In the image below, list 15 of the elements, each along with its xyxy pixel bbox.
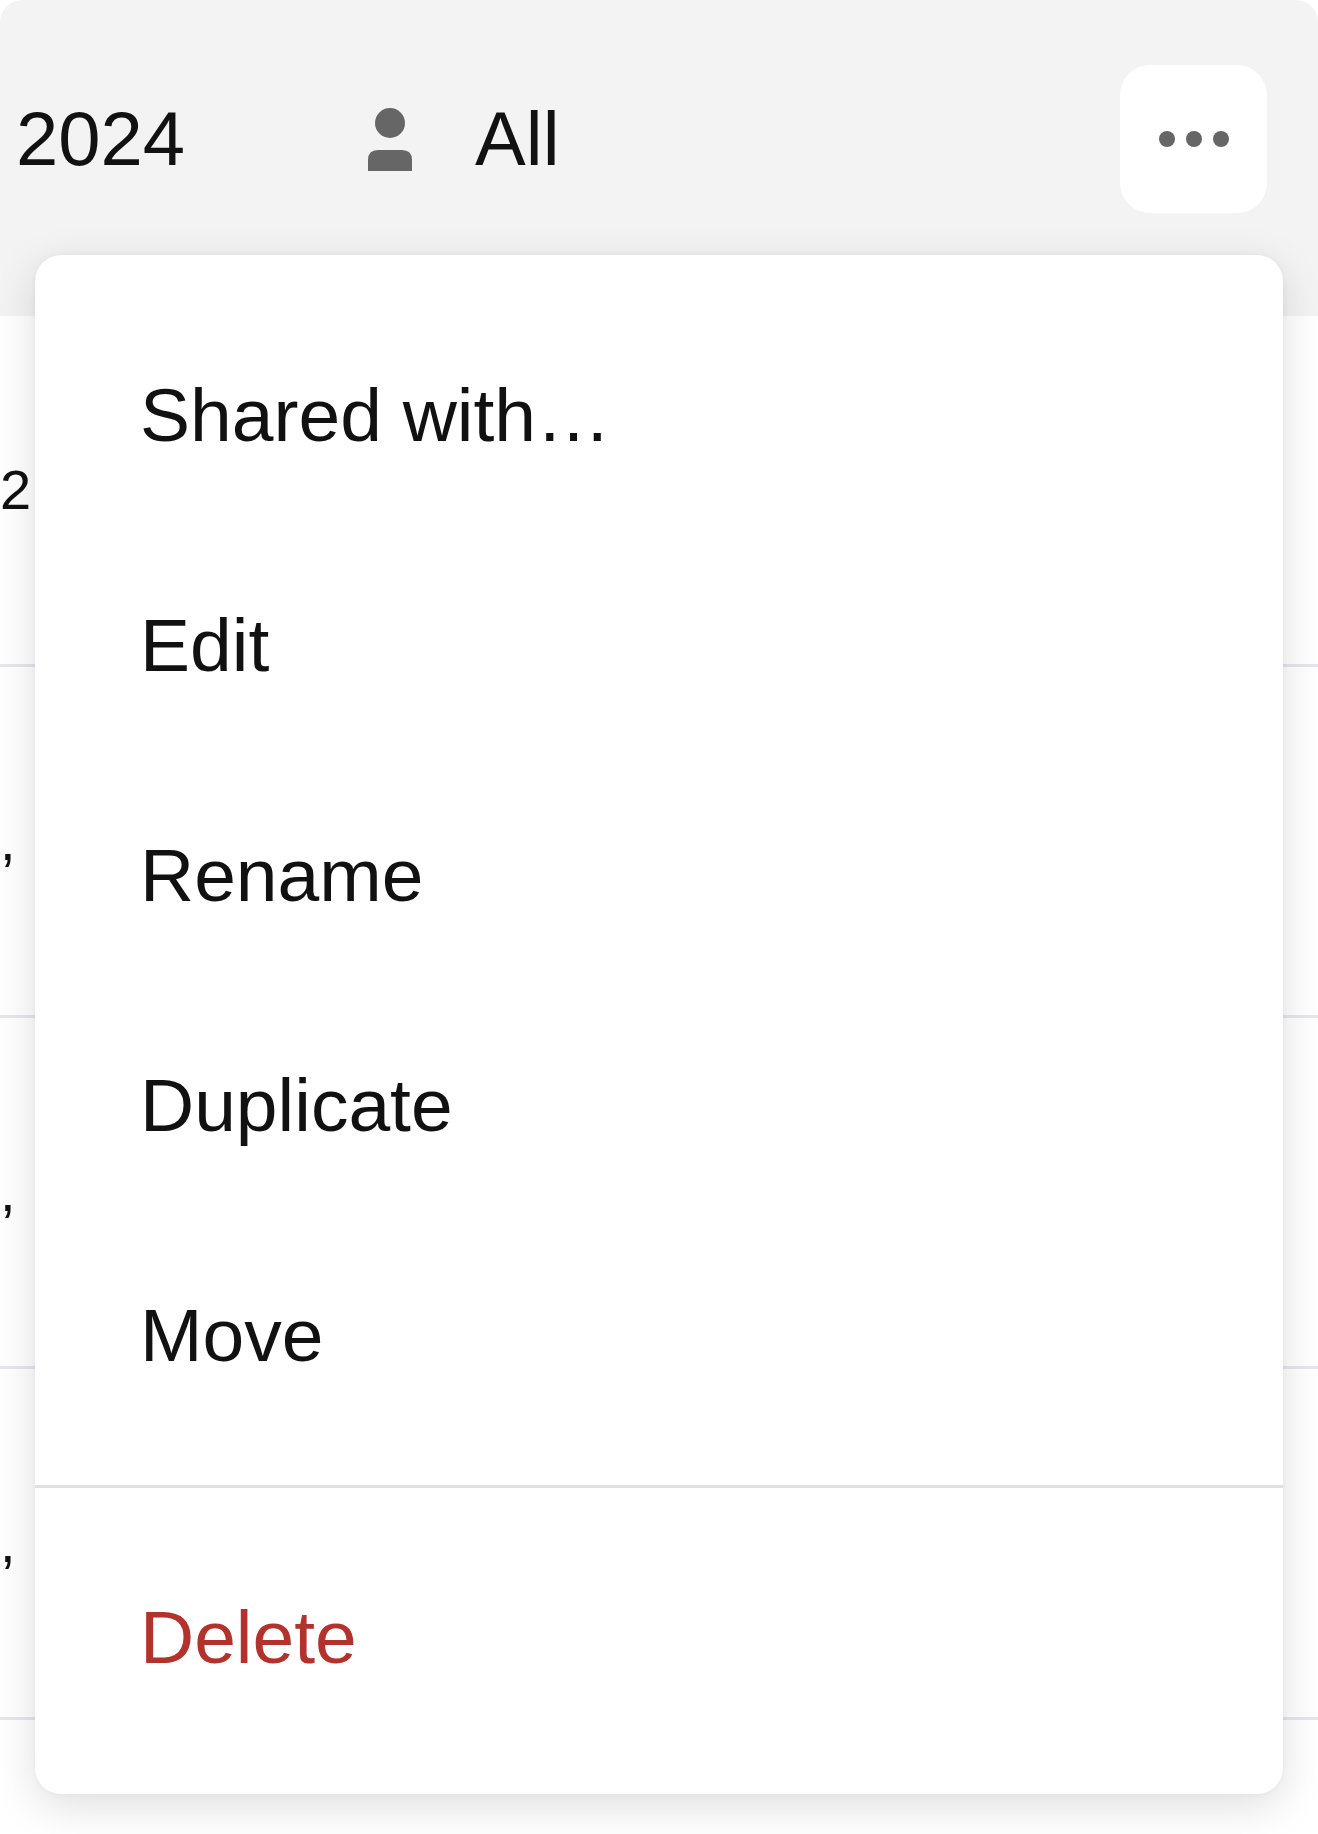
row-text: ,	[0, 1159, 16, 1226]
person-icon	[368, 108, 413, 171]
row-text: ,	[0, 1510, 16, 1577]
menu-item[interactable]: Duplicate	[35, 990, 1283, 1220]
more-button[interactable]	[1120, 65, 1267, 213]
menu-item[interactable]: Shared with…	[35, 300, 1283, 530]
person-filter-label: All	[475, 95, 560, 183]
period-label: 2024	[16, 95, 186, 183]
menu-item[interactable]: Move	[35, 1220, 1283, 1450]
menu-item[interactable]: Edit	[35, 530, 1283, 760]
menu-item[interactable]: Rename	[35, 760, 1283, 990]
row-text: ,	[0, 808, 16, 875]
row-text: 2	[0, 457, 32, 524]
more-icon	[1158, 131, 1229, 147]
menu-item[interactable]: Delete	[35, 1522, 1283, 1752]
